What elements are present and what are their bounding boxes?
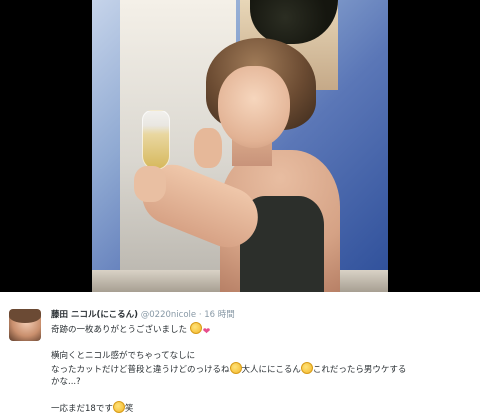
tweet-line-3a-text: なったカットだけど普段と違うけどのっけるね [51, 365, 230, 375]
photo-champagne-glass [142, 110, 170, 170]
tweet-photo-frame [0, 0, 480, 292]
tweet-text-line-5: 一応まだ18です 笑 [51, 401, 471, 414]
pensive-face-emoji-icon [189, 322, 202, 334]
tweet-line-5b-text: 笑 [124, 404, 134, 414]
pensive-face-emoji-icon [112, 401, 125, 413]
tweet-line-4-text: かな...? [51, 377, 81, 387]
tweet-text-line-4: かな...? [51, 375, 471, 387]
tweet-text-line-1: 奇跡の一枚ありがとうございました ❤ [51, 322, 471, 337]
tweet-card: 藤田 ニコル(にこるん) @0220nicole · 16 時間 奇跡の一枚あり… [0, 292, 480, 418]
tweet-line-3c-text: これだったら男ウケする [312, 365, 407, 375]
tweet-time[interactable]: 16 時間 [204, 310, 235, 320]
user-handle[interactable]: @0220nicole [141, 310, 196, 320]
photo-person-hand-glass [134, 166, 166, 202]
tweet-line-2-text: 横向くとニコル感がでちゃってなしに [51, 351, 196, 361]
tweet-line-1-text: 奇跡の一枚ありがとうございました [51, 325, 188, 335]
display-name[interactable]: 藤田 ニコル(にこるん) [51, 310, 138, 320]
tweet-line-5a-text: 一応まだ18です [51, 404, 113, 414]
header-separator: · [198, 310, 202, 320]
tweet-text-line-2: 横向くとニコル感がでちゃってなしに [51, 349, 471, 361]
avatar[interactable] [9, 309, 41, 341]
tweet-photo[interactable] [92, 0, 388, 292]
tweet-text-line-3: なったカットだけど普段と違うけどのっけるね 大人ににこるん これだったら男ウケする [51, 362, 471, 375]
avatar-hair [9, 309, 41, 323]
tweet-header: 藤田 ニコル(にこるん) @0220nicole · 16 時間 [51, 308, 235, 320]
photo-person-hand [194, 128, 222, 168]
two-hearts-emoji-icon: ❤ [202, 327, 211, 337]
pensive-face-emoji-icon [229, 362, 242, 374]
tweet-line-3b-text: 大人ににこるん [241, 365, 301, 375]
photo-person-face [218, 66, 290, 148]
pensive-face-emoji-icon [300, 362, 313, 374]
